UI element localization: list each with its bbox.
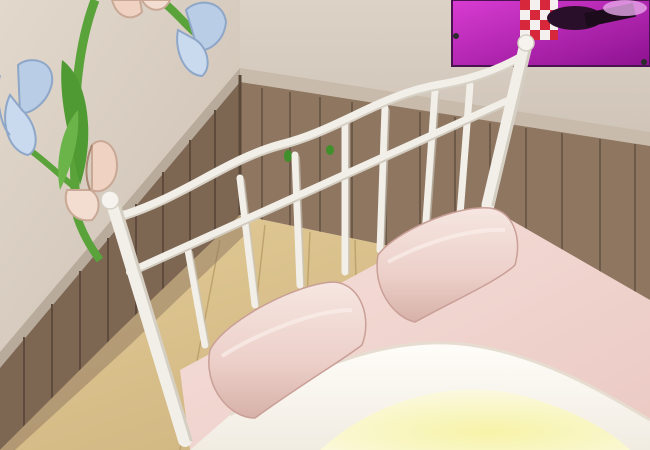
bedroom-render: [0, 0, 650, 450]
game-scene[interactable]: [0, 0, 650, 450]
wall-poster: [451, 0, 650, 67]
